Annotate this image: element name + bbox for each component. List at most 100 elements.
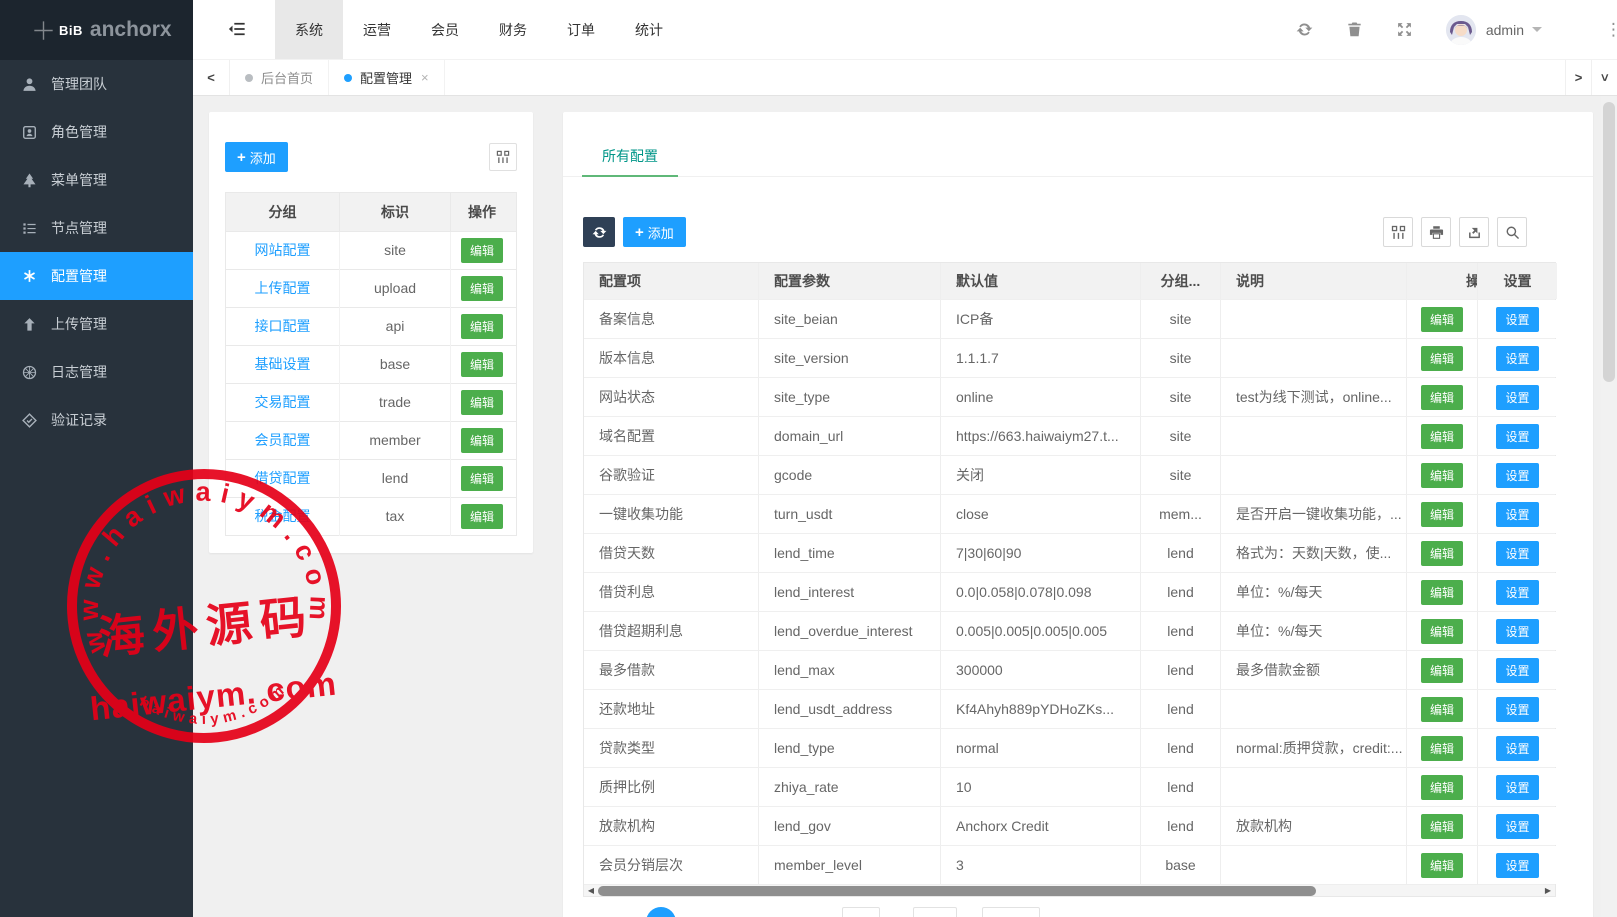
pagination-button[interactable]: [913, 907, 957, 917]
group-link[interactable]: 接口配置: [255, 318, 311, 334]
edit-group-button[interactable]: 编辑: [461, 238, 503, 263]
edit-config-button[interactable]: 编辑: [1421, 775, 1463, 800]
set-config-button[interactable]: 设置: [1496, 385, 1538, 410]
scrollbar-thumb[interactable]: [598, 886, 1316, 896]
page-scrollbar[interactable]: [1601, 96, 1617, 917]
columns-toggle-button[interactable]: [1383, 217, 1413, 247]
edit-config-button[interactable]: 编辑: [1421, 580, 1463, 605]
more-vertical-icon[interactable]: ⋮: [1605, 20, 1617, 40]
nav-tab[interactable]: 财务: [479, 0, 547, 60]
sidebar-item[interactable]: 节点管理: [0, 204, 193, 252]
config-name: 质押比例: [584, 768, 759, 806]
set-config-button[interactable]: 设置: [1496, 346, 1538, 371]
sidebar-item[interactable]: 管理团队: [0, 60, 193, 108]
user-caret-down-icon[interactable]: [1532, 27, 1542, 37]
nav-tab[interactable]: 会员: [411, 0, 479, 60]
add-config-button[interactable]: + 添加: [623, 217, 686, 247]
edit-config-button[interactable]: 编辑: [1421, 502, 1463, 527]
set-config-button[interactable]: 设置: [1496, 853, 1538, 878]
app-logo[interactable]: BiB anchorx: [0, 0, 193, 60]
set-config-button[interactable]: 设置: [1496, 463, 1538, 488]
nav-tab[interactable]: 订单: [547, 0, 615, 60]
edit-group-button[interactable]: 编辑: [461, 466, 503, 491]
edit-config-button[interactable]: 编辑: [1421, 424, 1463, 449]
tabs-menu-button[interactable]: >: [1591, 60, 1617, 95]
tabs-scroll-right-button[interactable]: >: [1565, 60, 1591, 95]
sidebar-item[interactable]: 配置管理: [0, 252, 193, 300]
edit-group-button[interactable]: 编辑: [461, 352, 503, 377]
columns-toggle-button[interactable]: [489, 143, 517, 171]
scroll-right-arrow-icon[interactable]: ▶: [1541, 886, 1555, 895]
fullscreen-icon[interactable]: [1396, 21, 1413, 38]
group-link[interactable]: 税金配置: [255, 508, 311, 524]
refresh-icon[interactable]: [1296, 21, 1313, 38]
avatar[interactable]: [1446, 15, 1476, 45]
username[interactable]: admin: [1486, 22, 1524, 38]
set-config-button[interactable]: 设置: [1496, 775, 1538, 800]
edit-config-button[interactable]: 编辑: [1421, 658, 1463, 683]
horizontal-scrollbar[interactable]: ◀ ▶: [584, 884, 1555, 896]
edit-config-button[interactable]: 编辑: [1421, 619, 1463, 644]
scrollbar-thumb[interactable]: [1603, 102, 1615, 382]
page-tab[interactable]: 配置管理 ×: [329, 60, 445, 95]
edit-group-button[interactable]: 编辑: [461, 428, 503, 453]
set-config-button[interactable]: 设置: [1496, 502, 1538, 527]
nav-tab[interactable]: 统计: [615, 0, 683, 60]
config-name: 版本信息: [584, 339, 759, 377]
edit-config-button[interactable]: 编辑: [1421, 814, 1463, 839]
refresh-table-button[interactable]: [583, 217, 615, 247]
edit-config-button[interactable]: 编辑: [1421, 697, 1463, 722]
collapse-menu-icon[interactable]: [227, 20, 249, 40]
set-config-button[interactable]: 设置: [1496, 541, 1538, 566]
edit-config-button[interactable]: 编辑: [1421, 853, 1463, 878]
pagination-button[interactable]: [982, 907, 1040, 917]
group-link[interactable]: 借贷配置: [255, 470, 311, 486]
set-config-button[interactable]: 设置: [1496, 736, 1538, 761]
trash-icon[interactable]: [1346, 21, 1363, 38]
edit-group-button[interactable]: 编辑: [461, 314, 503, 339]
edit-config-button[interactable]: 编辑: [1421, 307, 1463, 332]
edit-group-button[interactable]: 编辑: [461, 390, 503, 415]
set-config-button[interactable]: 设置: [1496, 697, 1538, 722]
group-link[interactable]: 交易配置: [255, 394, 311, 410]
tab-all-configs[interactable]: 所有配置: [582, 136, 678, 176]
sidebar-item[interactable]: 上传管理: [0, 300, 193, 348]
sidebar-item[interactable]: 菜单管理: [0, 156, 193, 204]
set-config-button[interactable]: 设置: [1496, 658, 1538, 683]
nav-tab[interactable]: 运营: [343, 0, 411, 60]
group-link[interactable]: 网站配置: [255, 242, 311, 258]
group-link[interactable]: 基础设置: [255, 356, 311, 372]
set-config-button[interactable]: 设置: [1496, 424, 1538, 449]
print-button[interactable]: [1421, 217, 1451, 247]
group-link[interactable]: 会员配置: [255, 432, 311, 448]
edit-group-button[interactable]: 编辑: [461, 276, 503, 301]
edit-group-button[interactable]: 编辑: [461, 504, 503, 529]
set-config-button[interactable]: 设置: [1496, 814, 1538, 839]
config-value: 300000: [941, 651, 1141, 689]
page-tab[interactable]: 后台首页: [230, 60, 329, 95]
tabs-scroll-left-button[interactable]: <: [193, 60, 230, 95]
sidebar-item[interactable]: 日志管理: [0, 348, 193, 396]
edit-config-button[interactable]: 编辑: [1421, 463, 1463, 488]
pagination-button[interactable]: [842, 907, 880, 917]
edit-config-button[interactable]: 编辑: [1421, 346, 1463, 371]
sidebar-item[interactable]: 验证记录: [0, 396, 193, 444]
set-config-button[interactable]: 设置: [1496, 307, 1538, 332]
export-button[interactable]: [1459, 217, 1489, 247]
scroll-left-arrow-icon[interactable]: ◀: [584, 886, 598, 895]
pagination-current-page[interactable]: [646, 907, 676, 917]
nav-tab[interactable]: 系统: [275, 0, 343, 60]
search-button[interactable]: [1497, 217, 1527, 247]
edit-config-button[interactable]: 编辑: [1421, 736, 1463, 761]
table-row: 放款机构 lend_gov Anchorx Credit lend 放款机构 编…: [584, 806, 1555, 845]
edit-config-button[interactable]: 编辑: [1421, 385, 1463, 410]
edit-config-button[interactable]: 编辑: [1421, 541, 1463, 566]
sidebar-item[interactable]: 角色管理: [0, 108, 193, 156]
close-tab-icon[interactable]: ×: [421, 70, 429, 85]
logo-app-name: anchorx: [90, 18, 172, 42]
set-config-button[interactable]: 设置: [1496, 580, 1538, 605]
set-config-button[interactable]: 设置: [1496, 619, 1538, 644]
add-group-button[interactable]: + 添加: [225, 142, 288, 172]
config-param: gcode: [759, 456, 941, 494]
group-link[interactable]: 上传配置: [255, 280, 311, 296]
